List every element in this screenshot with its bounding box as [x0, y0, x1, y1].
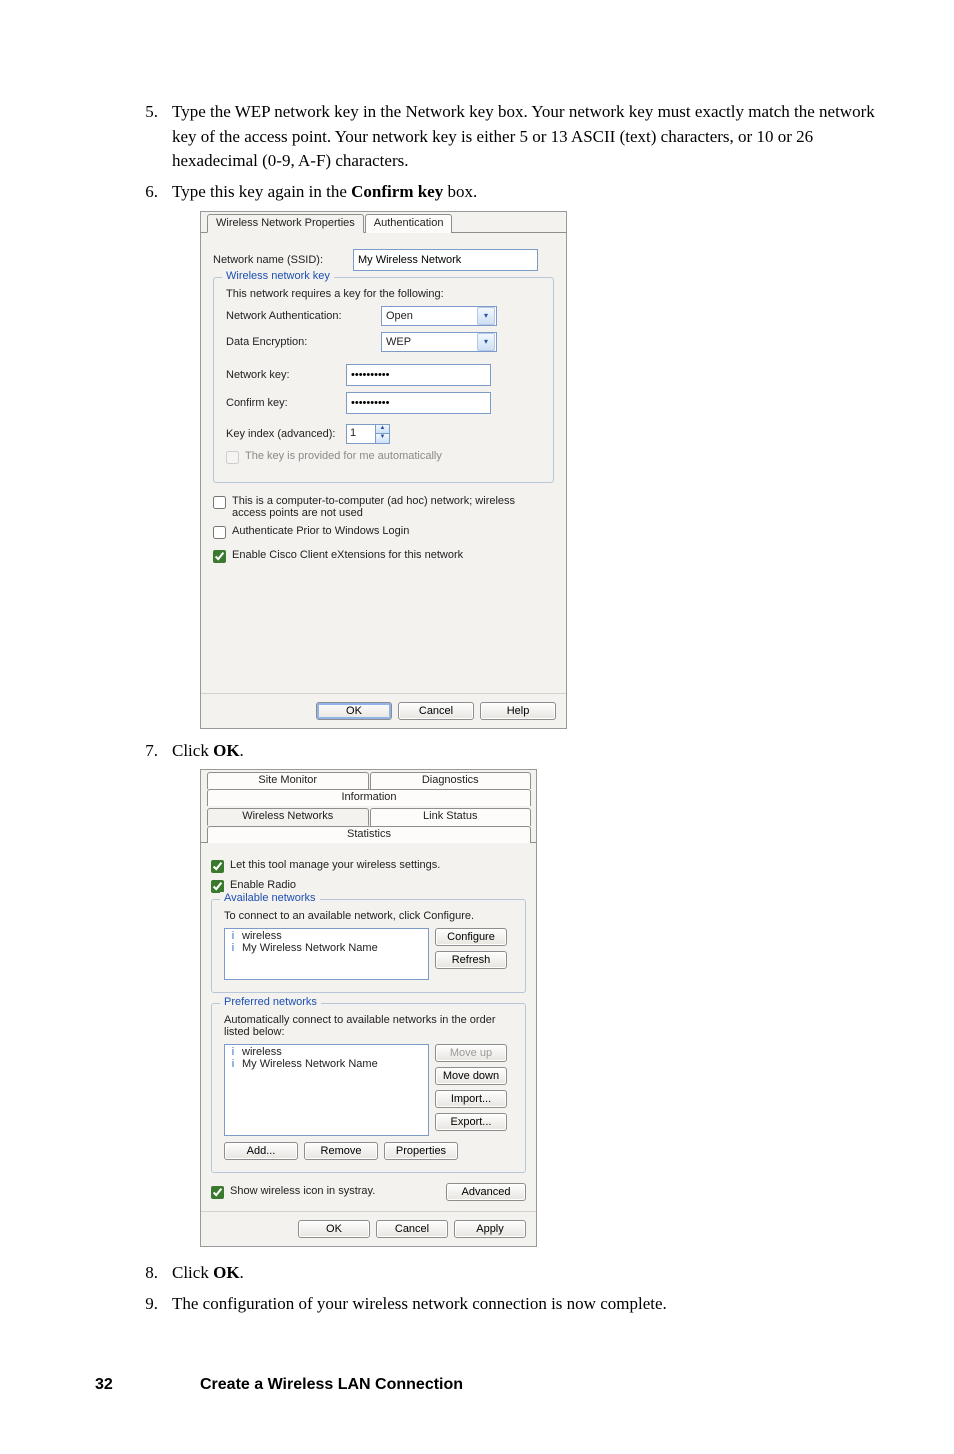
tab-row: Wireless Network Properties Authenticati… — [201, 212, 566, 233]
cancel-button[interactable]: Cancel — [398, 702, 474, 720]
cisco-ext-checkbox[interactable]: Enable Cisco Client eXtensions for this … — [213, 549, 554, 563]
spinner-up-icon[interactable]: ▲ — [375, 425, 389, 434]
group-desc: To connect to an available network, clic… — [224, 910, 515, 922]
cancel-button[interactable]: Cancel — [376, 1220, 448, 1238]
step-8: 8. Click OK. — [140, 1261, 884, 1286]
tab-statistics[interactable]: Statistics — [207, 826, 531, 843]
encryption-label: Data Encryption: — [226, 336, 381, 348]
export-button[interactable]: Export... — [435, 1113, 507, 1131]
step-text: Click OK. — [172, 739, 884, 764]
add-button[interactable]: Add... — [224, 1142, 298, 1160]
move-up-button[interactable]: Move up — [435, 1044, 507, 1062]
step-number: 5. — [140, 100, 158, 174]
preferred-networks-list[interactable]: i wireless i My Wireless Network Name — [224, 1044, 429, 1136]
step-7: 7. Click OK. — [140, 739, 884, 764]
confirm-key-input[interactable] — [346, 392, 491, 414]
tab-link-status[interactable]: Link Status — [370, 808, 532, 826]
remove-button[interactable]: Remove — [304, 1142, 378, 1160]
signal-icon: i — [228, 1058, 238, 1070]
spinner-down-icon[interactable]: ▼ — [375, 433, 389, 443]
key-index-label: Key index (advanced): — [226, 428, 346, 440]
signal-icon: i — [228, 1046, 238, 1058]
auth-prior-checkbox[interactable]: Authenticate Prior to Windows Login — [213, 525, 554, 539]
auth-select[interactable]: Open ▾ — [381, 306, 497, 326]
step-5: 5. Type the WEP network key in the Netwo… — [140, 100, 884, 174]
help-button[interactable]: Help — [480, 702, 556, 720]
group-legend: Wireless network key — [222, 270, 334, 282]
page-number: 32 — [95, 1376, 200, 1394]
tab-diagnostics[interactable]: Diagnostics — [370, 772, 532, 789]
step-text: Type this key again in the Confirm key b… — [172, 180, 884, 205]
step-number: 6. — [140, 180, 158, 205]
tab-wireless-network-properties[interactable]: Wireless Network Properties — [207, 214, 364, 233]
key-index-spinner[interactable]: 1 ▲ ▼ — [346, 424, 390, 444]
signal-icon: i — [228, 942, 238, 954]
group-desc: Automatically connect to available netwo… — [224, 1014, 515, 1038]
available-networks-list[interactable]: i wireless i My Wireless Network Name — [224, 928, 429, 980]
step-number: 7. — [140, 739, 158, 764]
let-tool-manage-checkbox[interactable]: Let this tool manage your wireless setti… — [211, 859, 526, 873]
properties-button[interactable]: Properties — [384, 1142, 458, 1160]
list-item[interactable]: i My Wireless Network Name — [225, 942, 428, 954]
encryption-select[interactable]: WEP ▾ — [381, 332, 497, 352]
step-number: 9. — [140, 1292, 158, 1317]
import-button[interactable]: Import... — [435, 1090, 507, 1108]
step-text: Type the WEP network key in the Network … — [172, 100, 884, 174]
adhoc-checkbox[interactable]: This is a computer-to-computer (ad hoc) … — [213, 495, 554, 519]
group-legend: Available networks — [220, 892, 320, 904]
step-9: 9. The configuration of your wireless ne… — [140, 1292, 884, 1317]
step-number: 8. — [140, 1261, 158, 1286]
network-key-input[interactable] — [346, 364, 491, 386]
tab-row-bottom: Wireless Networks Link Status Statistics — [201, 806, 536, 843]
group-legend: Preferred networks — [220, 996, 321, 1008]
auth-label: Network Authentication: — [226, 310, 381, 322]
step-text: The configuration of your wireless netwo… — [172, 1292, 884, 1317]
button-bar: OK Cancel Apply — [201, 1211, 536, 1246]
tab-information[interactable]: Information — [207, 789, 531, 806]
step-text: Click OK. — [172, 1261, 884, 1286]
group-desc: This network requires a key for the foll… — [226, 288, 543, 300]
confirm-key-label: Confirm key: — [226, 397, 346, 409]
systray-checkbox[interactable]: Show wireless icon in systray. — [211, 1185, 375, 1199]
list-item[interactable]: i wireless — [225, 930, 428, 942]
group-wireless-key: Wireless network key This network requir… — [213, 277, 554, 483]
button-bar: OK Cancel Help — [201, 693, 566, 728]
dialog-wireless-networks: Site Monitor Diagnostics Information Wir… — [200, 769, 537, 1247]
ssid-input[interactable] — [353, 249, 538, 271]
dialog-wireless-properties: Wireless Network Properties Authenticati… — [200, 211, 567, 729]
apply-button[interactable]: Apply — [454, 1220, 526, 1238]
group-preferred-networks: Preferred networks Automatically connect… — [211, 1003, 526, 1173]
advanced-button[interactable]: Advanced — [446, 1183, 526, 1201]
configure-button[interactable]: Configure — [435, 928, 507, 946]
ssid-label: Network name (SSID): — [213, 254, 353, 266]
tab-authentication[interactable]: Authentication — [365, 214, 453, 233]
step-6: 6. Type this key again in the Confirm ke… — [140, 180, 884, 205]
chapter-title: Create a Wireless LAN Connection — [200, 1376, 463, 1394]
ok-button[interactable]: OK — [298, 1220, 370, 1238]
group-available-networks: Available networks To connect to an avai… — [211, 899, 526, 993]
ok-button[interactable]: OK — [316, 702, 392, 720]
list-item[interactable]: i My Wireless Network Name — [225, 1058, 428, 1070]
chevron-down-icon: ▾ — [477, 333, 495, 351]
tab-row-top: Site Monitor Diagnostics Information — [201, 770, 536, 806]
signal-icon: i — [228, 930, 238, 942]
auto-key-checkbox: The key is provided for me automatically — [226, 450, 543, 464]
enable-radio-checkbox[interactable]: Enable Radio — [211, 879, 526, 893]
refresh-button[interactable]: Refresh — [435, 951, 507, 969]
tab-wireless-networks[interactable]: Wireless Networks — [207, 808, 369, 826]
tab-site-monitor[interactable]: Site Monitor — [207, 772, 369, 789]
page-footer: 32 Create a Wireless LAN Connection — [95, 1376, 884, 1394]
chevron-down-icon: ▾ — [477, 307, 495, 325]
network-key-label: Network key: — [226, 369, 346, 381]
list-item[interactable]: i wireless — [225, 1046, 428, 1058]
move-down-button[interactable]: Move down — [435, 1067, 507, 1085]
